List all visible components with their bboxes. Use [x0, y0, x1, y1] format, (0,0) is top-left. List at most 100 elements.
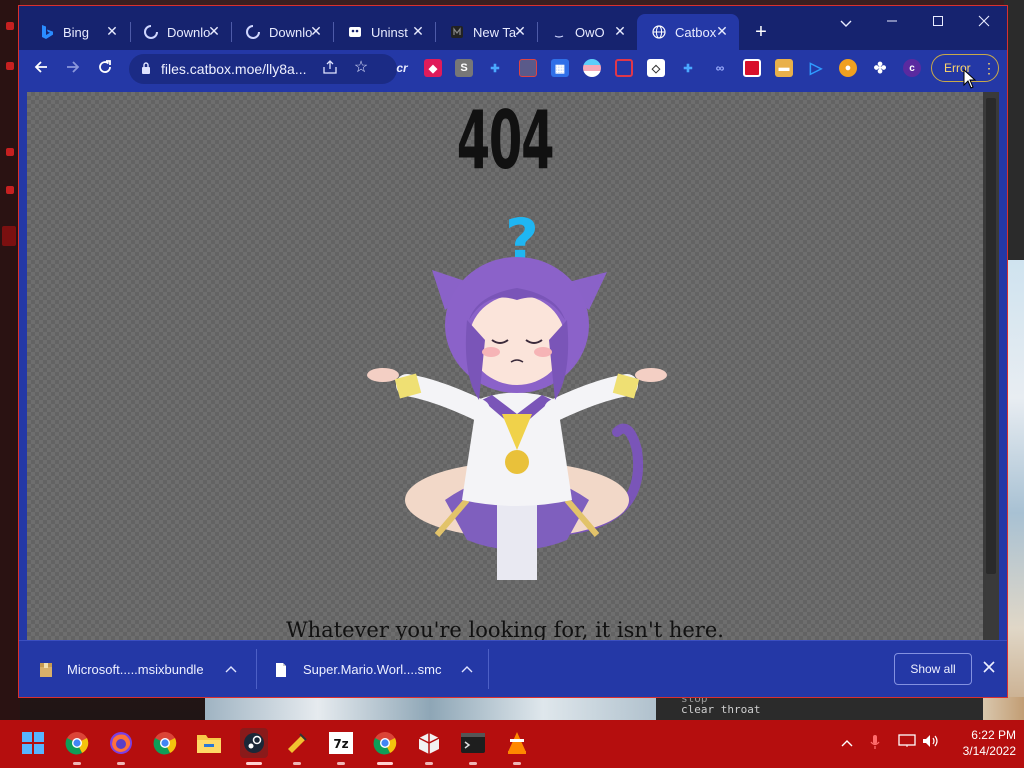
- screen-extension-icon[interactable]: [615, 59, 633, 77]
- chrome-taskbar-icon[interactable]: [64, 730, 90, 756]
- download-filename: Super.Mario.Worl....smc: [303, 662, 442, 677]
- running-indicator: [73, 762, 81, 765]
- terminal-taskbar-icon[interactable]: [460, 730, 486, 756]
- desktop-icon[interactable]: [6, 186, 14, 194]
- running-indicator: [425, 762, 433, 765]
- running-indicator: [293, 762, 301, 765]
- close-icon[interactable]: ✕: [309, 24, 323, 38]
- download-item-smc[interactable]: Super.Mario.Worl....smc: [275, 641, 475, 698]
- desktop-left-edge: [0, 0, 20, 720]
- tab-new-tab[interactable]: New Ta ✕: [435, 14, 537, 50]
- browser-toolbar: files.catbox.moe/lly8a... ☆ cr ◆ S ✚ ▦ ◇…: [19, 50, 1007, 88]
- close-icon[interactable]: ✕: [207, 24, 221, 38]
- chevron-up-icon[interactable]: [223, 661, 239, 677]
- extensions-puzzle-icon[interactable]: ✤: [871, 59, 889, 77]
- wallpaper-strip: [983, 697, 1024, 720]
- error-message: Whatever you're looking for, it isn't he…: [286, 618, 724, 640]
- tab-search-button[interactable]: [831, 14, 861, 34]
- page-scrollbar[interactable]: [983, 92, 999, 640]
- page-viewport[interactable]: 404 ? Whatever you're looking for, it is…: [27, 92, 983, 640]
- chrome-taskbar-icon[interactable]: [372, 730, 398, 756]
- address-bar[interactable]: files.catbox.moe/lly8a... ☆: [129, 54, 397, 84]
- 7zip-taskbar-icon[interactable]: 7z: [328, 730, 354, 756]
- owo-icon: [551, 24, 567, 40]
- show-hidden-icons-chevron-icon[interactable]: [838, 734, 856, 752]
- file-icon: [275, 662, 289, 678]
- download-item-msixbundle[interactable]: Microsoft.....msixbundle: [39, 641, 239, 698]
- s-extension-icon[interactable]: S: [455, 59, 473, 77]
- play-extension-icon[interactable]: ▷: [807, 59, 825, 77]
- tab-catbox[interactable]: Catbox ✕: [637, 14, 739, 50]
- browser-window: Bing ✕ Downlo ✕ Downlo ✕ Uninst ✕ New Ta…: [18, 5, 1008, 698]
- desktop-icon[interactable]: [6, 148, 14, 156]
- chevron-up-icon[interactable]: [459, 661, 475, 677]
- tab-uninstall[interactable]: Uninst ✕: [333, 14, 435, 50]
- wallpaper-strip: [205, 697, 656, 720]
- steam-taskbar-icon[interactable]: [240, 728, 268, 758]
- chrome-taskbar-icon[interactable]: [152, 730, 178, 756]
- share-icon[interactable]: [321, 59, 339, 77]
- downloads-bar: Microsoft.....msixbundle Super.Mario.Wor…: [19, 640, 1007, 697]
- box-extension-icon[interactable]: [519, 59, 537, 77]
- close-icon[interactable]: ✕: [105, 24, 119, 38]
- cr-extension-icon[interactable]: cr: [393, 59, 411, 77]
- download-divider: [256, 649, 257, 689]
- vlc-taskbar-icon[interactable]: [504, 730, 530, 756]
- profile-avatar[interactable]: c: [903, 59, 921, 77]
- pin-extension-icon[interactable]: ◆: [424, 59, 442, 77]
- show-all-downloads-button[interactable]: Show all: [894, 653, 972, 685]
- tab-download-2[interactable]: Downlo ✕: [231, 14, 333, 50]
- clock-date: 3/14/2022: [962, 744, 1016, 758]
- maximize-button[interactable]: [923, 12, 953, 32]
- github-icon: [449, 24, 465, 40]
- scrollbar-thumb[interactable]: [986, 98, 996, 574]
- start-button[interactable]: [20, 730, 46, 756]
- tab-bing[interactable]: Bing ✕: [25, 14, 129, 50]
- forward-button[interactable]: [61, 57, 85, 81]
- rect-extension-icon[interactable]: [743, 59, 761, 77]
- url-text[interactable]: files.catbox.moe/lly8a...: [161, 61, 311, 77]
- folder-extension-icon[interactable]: ▬: [775, 59, 793, 77]
- system-clock[interactable]: 6:22 PM 3/14/2022: [950, 727, 1016, 759]
- network-icon[interactable]: [898, 734, 916, 752]
- tab-owo[interactable]: OwO ✕: [537, 14, 637, 50]
- microphone-icon[interactable]: [866, 734, 884, 752]
- clock-time: 6:22 PM: [971, 728, 1016, 742]
- desktop-icon[interactable]: [2, 226, 16, 246]
- confused-catgirl-illustration: ?: [367, 206, 667, 580]
- diamond-extension-icon[interactable]: ◇: [647, 59, 665, 77]
- close-icon[interactable]: ✕: [613, 24, 627, 38]
- close-icon[interactable]: ✕: [513, 24, 527, 38]
- link-extension-icon[interactable]: ∞: [711, 59, 729, 77]
- puzzle-extension-icon[interactable]: ✚: [486, 59, 504, 77]
- package-taskbar-icon[interactable]: [416, 730, 442, 756]
- mouse-cursor-icon: [963, 69, 977, 89]
- lock-icon[interactable]: [141, 61, 151, 75]
- tool-taskbar-icon[interactable]: [284, 730, 310, 756]
- grid-extension-icon[interactable]: ▦: [551, 59, 569, 77]
- download-divider: [488, 649, 489, 689]
- desktop-icon[interactable]: [6, 22, 14, 30]
- close-window-button[interactable]: [969, 12, 999, 32]
- back-button[interactable]: [29, 57, 53, 81]
- terminal-line: clear throat: [681, 703, 761, 716]
- file-explorer-taskbar-icon[interactable]: [196, 730, 222, 756]
- monkey-extension-icon[interactable]: ●: [839, 59, 857, 77]
- close-icon[interactable]: ✕: [411, 24, 425, 38]
- puzzle-extension-icon[interactable]: ✚: [679, 59, 697, 77]
- running-indicator: [117, 762, 125, 765]
- new-tab-button[interactable]: +: [751, 22, 771, 42]
- tab-download-1[interactable]: Downlo ✕: [129, 14, 231, 50]
- reload-button[interactable]: [93, 57, 117, 81]
- kebab-menu-icon[interactable]: ⋮: [982, 60, 996, 77]
- close-icon[interactable]: ✕: [715, 24, 729, 38]
- flag-extension-icon[interactable]: [583, 59, 601, 77]
- firefox-taskbar-icon[interactable]: [108, 730, 134, 756]
- volume-icon[interactable]: [922, 734, 940, 752]
- desktop-icon[interactable]: [6, 62, 14, 70]
- close-downloads-bar-button[interactable]: [981, 661, 997, 677]
- error-code-heading: 404: [456, 94, 555, 187]
- bookmark-star-icon[interactable]: ☆: [352, 59, 370, 77]
- minimize-button[interactable]: [877, 12, 907, 32]
- background-terminal: stop clear throat: [656, 697, 983, 720]
